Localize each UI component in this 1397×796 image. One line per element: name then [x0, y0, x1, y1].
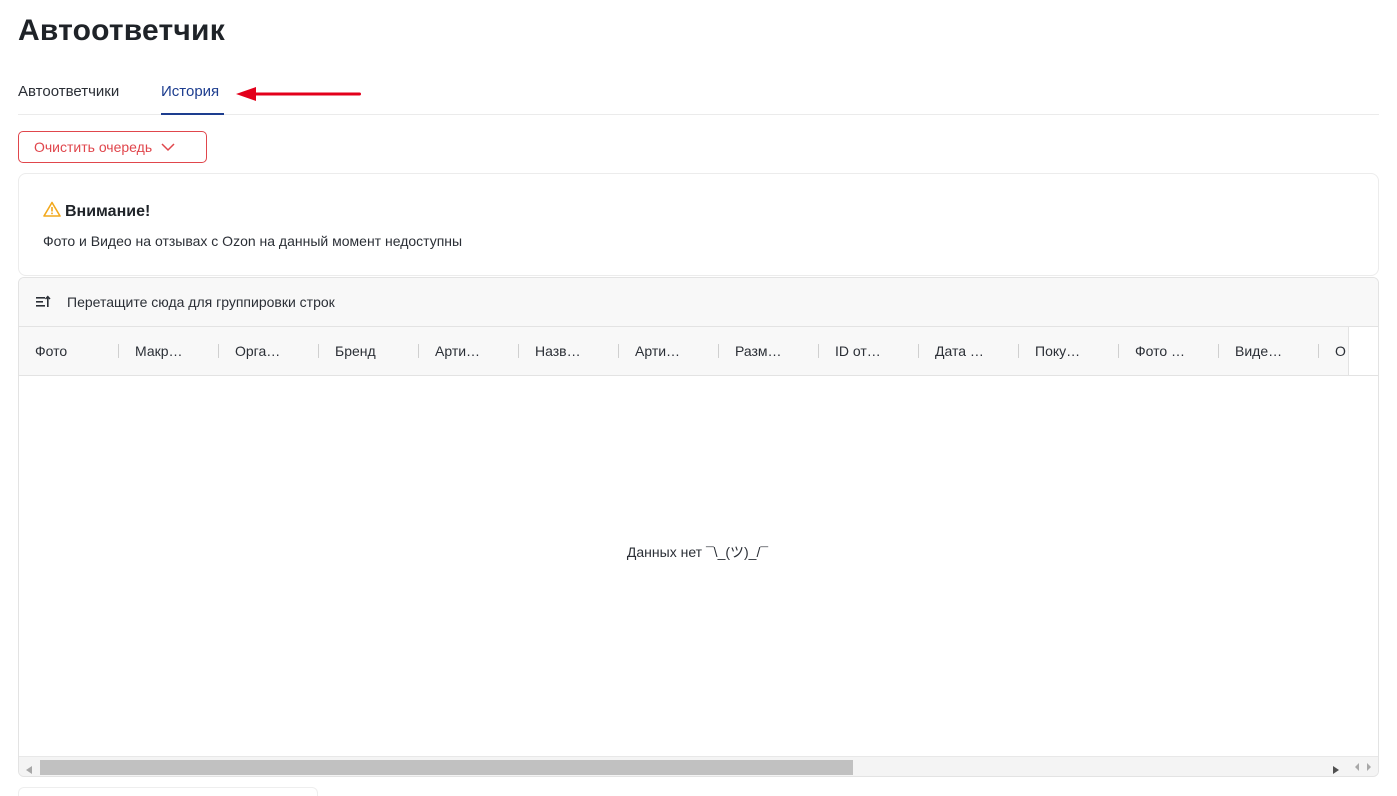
column-header[interactable]: Арти…: [619, 327, 719, 375]
tab-history[interactable]: История: [161, 70, 224, 115]
header-corner: [1348, 327, 1378, 376]
annotation-arrow-icon: [236, 87, 361, 101]
pinned-scroll-arrows[interactable]: [1354, 762, 1372, 772]
alert-message: Фото и Видео на отзывах с Ozon на данный…: [43, 233, 463, 249]
group-rows-icon: [35, 295, 51, 309]
column-header[interactable]: Орга…: [219, 327, 319, 375]
column-header[interactable]: Разм…: [719, 327, 819, 375]
column-header[interactable]: ID от…: [819, 327, 919, 375]
warning-triangle-icon: [43, 201, 61, 222]
horizontal-scrollbar[interactable]: [19, 756, 1378, 776]
pagination-panel: [18, 787, 318, 796]
tab-autoresponders[interactable]: Автоответчики: [18, 70, 119, 115]
warning-alert: Внимание! Фото и Видео на отзывах с Ozon…: [18, 173, 1379, 276]
scrollbar-thumb[interactable]: [40, 760, 853, 775]
column-header[interactable]: Назв…: [519, 327, 619, 375]
scroll-left-icon[interactable]: [25, 762, 33, 776]
alert-title-row: Внимание!: [43, 201, 150, 222]
column-header[interactable]: Арти…: [419, 327, 519, 375]
column-header[interactable]: Виде…: [1219, 327, 1319, 375]
history-data-grid: Перетащите сюда для группировки строк Фо…: [18, 277, 1379, 777]
group-panel-hint: Перетащите сюда для группировки строк: [67, 294, 335, 310]
scroll-right-icon[interactable]: [1332, 762, 1340, 776]
column-header[interactable]: Поку…: [1019, 327, 1119, 375]
chevron-down-icon: [161, 142, 175, 152]
alert-title: Внимание!: [65, 202, 151, 220]
clear-queue-button[interactable]: Очистить очередь: [18, 131, 207, 163]
column-header[interactable]: Бренд: [319, 327, 419, 375]
group-panel[interactable]: Перетащите сюда для группировки строк: [19, 278, 1378, 327]
page: Автоответчик Автоответчики История Очист…: [0, 0, 1397, 796]
column-header[interactable]: Фото: [19, 327, 119, 375]
empty-state-text: Данных нет ¯\_(ツ)_/¯: [626, 544, 769, 560]
clear-queue-label: Очистить очередь: [34, 139, 153, 155]
column-header[interactable]: Дата …: [919, 327, 1019, 375]
tab-bar: Автоответчики История: [18, 70, 1379, 115]
page-title: Автоответчик: [18, 14, 225, 47]
column-header[interactable]: Фото …: [1119, 327, 1219, 375]
column-header[interactable]: Макр…: [119, 327, 219, 375]
grid-header: Фото Макр… Орга… Бренд Арти… Назв… Арти……: [19, 327, 1348, 376]
column-header[interactable]: О: [1319, 327, 1348, 375]
